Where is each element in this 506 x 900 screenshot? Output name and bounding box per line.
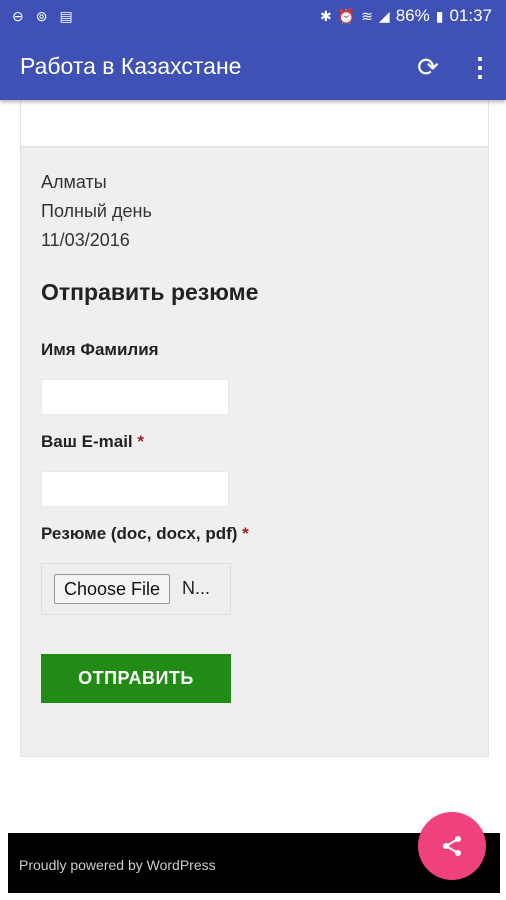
job-city: Алматы xyxy=(41,172,107,192)
job-schedule: Полный день xyxy=(41,201,152,221)
more-vert-icon: ⋮ xyxy=(467,52,493,82)
refresh-button[interactable]: ⟳ xyxy=(413,52,443,82)
bluetooth-icon: ✱ xyxy=(320,7,332,24)
minus-circle-icon: ⊖ xyxy=(12,8,24,24)
submit-button[interactable]: ОТПРАВИТЬ xyxy=(41,654,231,703)
signal-icon: ◢ xyxy=(378,7,390,24)
previous-card xyxy=(20,100,489,147)
app-title: Работа в Казахстане xyxy=(20,53,242,79)
page-content[interactable]: Алматы Полный день 11/03/2016 Отправить … xyxy=(0,100,506,833)
name-field[interactable] xyxy=(41,379,229,415)
form-title: Отправить резюме xyxy=(41,279,259,305)
battery-icon: ▮ xyxy=(435,7,444,24)
battery-level: 86% xyxy=(395,6,430,25)
sync-circle-icon: ⊚ xyxy=(35,8,48,24)
status-bar: ⊖ ⊚ ▤ ✱ ⏰ ≋ ◢ 86% ▮ 01:37 xyxy=(0,0,506,33)
status-left-icons: ⊖ ⊚ ▤ xyxy=(12,7,73,25)
resume-label: Резюме (doc, docx, pdf) * xyxy=(41,524,249,544)
footer-credit[interactable]: Proudly powered by WordPress xyxy=(19,857,216,873)
refresh-icon: ⟳ xyxy=(417,52,439,82)
email-label: Ваш E-mail * xyxy=(41,432,144,452)
job-card: Алматы Полный день 11/03/2016 Отправить … xyxy=(20,147,489,757)
email-field[interactable] xyxy=(41,471,229,507)
email-label-text: Ваш E-mail xyxy=(41,432,133,451)
resume-label-text: Резюме (doc, docx, pdf) xyxy=(41,524,238,543)
share-icon xyxy=(443,836,461,856)
share-fab-button[interactable] xyxy=(418,812,486,880)
resume-file-input: Choose File N... xyxy=(41,563,231,615)
alarm-icon: ⏰ xyxy=(337,7,356,24)
wifi-icon: ≋ xyxy=(361,7,373,24)
status-right: ✱ ⏰ ≋ ◢ 86% ▮ 01:37 xyxy=(320,6,492,26)
job-date: 11/03/2016 xyxy=(41,230,130,250)
clock: 01:37 xyxy=(449,6,492,25)
name-label: Имя Фамилия xyxy=(41,340,159,359)
inbox-icon: ▤ xyxy=(59,8,73,24)
required-mark: * xyxy=(137,432,144,451)
no-file-text: N... xyxy=(182,578,211,598)
overflow-menu-button[interactable]: ⋮ xyxy=(467,52,493,82)
choose-file-button[interactable]: Choose File xyxy=(54,574,171,604)
required-mark: * xyxy=(242,524,249,543)
app-bar: Работа в Казахстане ⟳ ⋮ xyxy=(0,33,506,100)
